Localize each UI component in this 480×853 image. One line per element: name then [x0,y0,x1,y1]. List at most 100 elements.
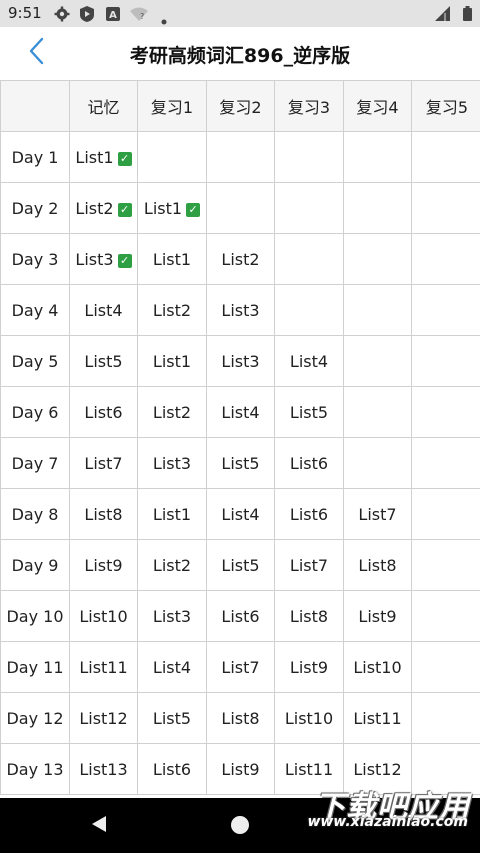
list-cell[interactable]: List4 [137,641,207,693]
list-cell[interactable]: List13 [69,743,138,795]
list-cell[interactable]: List2 [137,539,207,591]
list-cell[interactable]: List5 [274,386,344,438]
list-cell [343,233,412,285]
list-cell[interactable]: List4 [206,488,275,540]
list-cell[interactable]: List6 [274,437,344,489]
list-cell [343,386,412,438]
list-cell[interactable]: List7 [274,539,344,591]
list-cell[interactable]: List12 [69,692,138,744]
list-cell[interactable]: List10 [69,590,138,642]
day-label: Day 7 [0,437,70,489]
day-label: Day 1 [0,131,70,183]
list-cell[interactable]: List4 [69,284,138,336]
list-cell[interactable]: List8 [343,539,412,591]
list-cell[interactable]: List8 [206,692,275,744]
list-cell[interactable]: List1 ✓ [137,182,207,234]
day-label: Day 6 [0,386,70,438]
header-review-5: 复习5 [411,80,480,132]
day-label: Day 11 [0,641,70,693]
list-cell[interactable]: List6 [137,743,207,795]
list-cell[interactable]: List9 [274,641,344,693]
list-cell[interactable]: List2 ✓ [69,182,138,234]
list-label: List1 [75,147,114,167]
list-cell[interactable]: List8 [69,488,138,540]
svg-text:?: ? [140,12,144,21]
list-cell [411,284,480,336]
list-cell[interactable]: List1 ✓ [69,131,138,183]
day-label: Day 8 [0,488,70,540]
table-row: Day 1 List1 ✓ [0,131,480,183]
list-cell[interactable]: List5 [206,437,275,489]
app-bar: 考研高频词汇896_逆序版 [0,27,480,80]
list-cell[interactable]: List4 [274,335,344,387]
list-cell[interactable]: List1 [137,335,207,387]
schedule-table-container[interactable]: 记忆 复习1 复习2 复习3 复习4 复习5 Day 1 List1 ✓ Day 2L… [0,80,480,798]
list-cell[interactable]: List1 [137,233,207,285]
table-row: Day 8 List8 List1 List4 List6 List7 [0,488,480,540]
list-cell [411,335,480,387]
a-badge-icon: A [106,6,120,25]
list-cell[interactable]: List6 [69,386,138,438]
gear-icon [54,6,70,26]
list-cell [274,233,344,285]
list-cell[interactable]: List9 [206,743,275,795]
nav-back-button[interactable] [90,815,108,837]
list-cell [411,233,480,285]
day-label: Day 4 [0,284,70,336]
wifi-question-icon: ? [130,6,148,25]
day-label: Day 5 [0,335,70,387]
table-row: Day 6 List6 List2 List4 List5 [0,386,480,438]
day-label: Day 9 [0,539,70,591]
table-row: Day 11 List11 List4 List7 List9 List10 [0,641,480,693]
list-cell [206,182,275,234]
list-cell [206,131,275,183]
list-cell[interactable]: List11 [69,641,138,693]
list-cell[interactable]: List11 [343,692,412,744]
list-cell[interactable]: List6 [206,590,275,642]
list-cell[interactable]: List7 [69,437,138,489]
list-cell[interactable]: List10 [274,692,344,744]
list-cell [343,182,412,234]
nav-home-button[interactable] [231,816,249,834]
signal-icon [434,6,450,25]
watermark-url: www.xiazainiao.com [307,814,468,830]
list-cell[interactable]: List8 [274,590,344,642]
list-cell[interactable]: List3 [206,284,275,336]
status-time: 9:51 [8,4,42,22]
status-right-icons [434,6,472,25]
list-cell [411,692,480,744]
list-cell [411,488,480,540]
list-cell[interactable]: List6 [274,488,344,540]
list-cell[interactable]: List7 [206,641,275,693]
list-cell[interactable]: List2 [206,233,275,285]
list-cell [411,386,480,438]
list-cell[interactable]: List5 [206,539,275,591]
header-corner [0,80,70,132]
shield-play-icon [80,6,94,26]
schedule-table: 记忆 复习1 复习2 复习3 复习4 复习5 Day 1 List1 ✓ Day 2L… [0,80,480,795]
list-cell[interactable]: List2 [137,386,207,438]
header-review-1: 复习1 [137,80,207,132]
list-cell[interactable]: List3 [137,590,207,642]
list-cell[interactable]: List3 ✓ [69,233,138,285]
list-cell[interactable]: List7 [343,488,412,540]
list-cell[interactable]: List3 [206,335,275,387]
list-cell[interactable]: List9 [343,590,412,642]
day-label: Day 13 [0,743,70,795]
list-cell[interactable]: List3 [137,437,207,489]
table-row: Day 2 List2 ✓ List1 ✓ [0,182,480,234]
check-icon: ✓ [186,202,201,217]
list-cell[interactable]: List5 [69,335,138,387]
table-row: Day 4 List4 List2 List3 [0,284,480,336]
list-cell[interactable]: List1 [137,488,207,540]
list-label: List1 [143,198,183,218]
list-cell[interactable]: List10 [343,641,412,693]
check-icon: ✓ [117,253,132,268]
list-cell[interactable]: List9 [69,539,138,591]
list-cell[interactable]: List5 [137,692,207,744]
list-cell [411,182,480,234]
list-cell[interactable]: List2 [137,284,207,336]
list-cell[interactable]: List4 [206,386,275,438]
list-cell [411,590,480,642]
header-review-2: 复习2 [206,80,275,132]
